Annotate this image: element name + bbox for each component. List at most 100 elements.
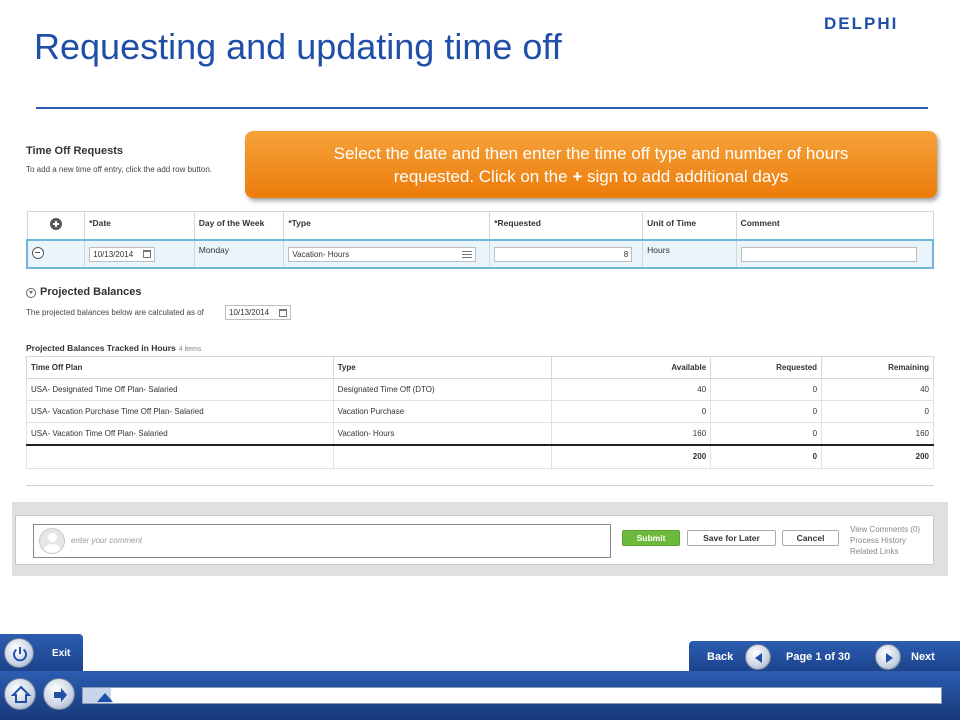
day-of-week-cell: Monday xyxy=(193,238,284,269)
calendar-icon[interactable] xyxy=(143,250,152,258)
instruction-callout: Select the date and then enter the time … xyxy=(245,131,937,198)
available-cell: 0 xyxy=(551,400,712,423)
column-header-remaining: Remaining xyxy=(821,356,934,379)
back-triangle xyxy=(755,653,762,663)
table-row: USA- Designated Time Off Plan- Salaried … xyxy=(26,378,934,401)
column-header-type: *Type xyxy=(283,211,491,240)
exit-button[interactable]: Exit xyxy=(52,648,70,659)
plan-cell: USA- Vacation Purchase Time Off Plan- Sa… xyxy=(26,400,334,423)
column-header-day: Day of the Week xyxy=(193,211,285,240)
remove-row-cell xyxy=(26,238,85,269)
collapse-chevron-icon[interactable] xyxy=(26,288,36,298)
section-divider xyxy=(26,485,934,486)
type-cell: Vacation- Hours xyxy=(283,238,490,269)
date-value: 10/13/2014 xyxy=(93,249,134,259)
totals-type-cell xyxy=(332,443,553,469)
view-comments-link[interactable]: View Comments (0) xyxy=(850,524,920,535)
requested-cell: 0 xyxy=(710,422,823,445)
comment-input[interactable] xyxy=(740,246,917,262)
plan-cell: USA- Vacation Time Off Plan- Salaried xyxy=(26,422,334,445)
save-for-later-button[interactable]: Save for Later xyxy=(687,530,776,546)
cancel-button[interactable]: Cancel xyxy=(782,530,839,546)
related-links-link[interactable]: Related Links xyxy=(850,546,920,557)
column-header-requested: *Requested xyxy=(489,211,644,240)
time-off-entry-row: 10/13/2014 Monday Vacation- Hours 8 Hour… xyxy=(26,238,934,269)
date-input[interactable]: 10/13/2014 xyxy=(89,246,156,262)
time-off-instruction: To add a new time off entry, click the a… xyxy=(26,165,213,174)
callout-line-2-prefix: requested. Click on the xyxy=(393,167,573,186)
power-glyph xyxy=(13,647,27,662)
total-available: 200 xyxy=(551,443,712,469)
next-triangle xyxy=(886,653,893,663)
grid-header-row: *Date Day of the Week *Type *Requested U… xyxy=(26,211,934,240)
balances-table-title: Projected Balances Tracked in Hours 4 ite… xyxy=(26,343,201,353)
callout-line-1: Select the date and then enter the time … xyxy=(333,144,849,163)
balances-table-title-text: Projected Balances Tracked in Hours xyxy=(26,343,176,353)
submit-button[interactable]: Submit xyxy=(622,530,680,546)
balances-item-count: 4 items xyxy=(178,346,202,353)
available-cell: 160 xyxy=(551,422,712,445)
requested-cell: 8 xyxy=(489,238,643,269)
remaining-cell: 0 xyxy=(821,400,934,423)
type-prompt-input[interactable]: Vacation- Hours xyxy=(288,246,477,262)
type-cell: Vacation- Hours xyxy=(332,422,553,445)
column-header-date: *Date xyxy=(84,211,195,240)
slide: Requesting and updating time off DELPHI … xyxy=(0,0,960,720)
process-history-link[interactable]: Process History xyxy=(850,535,920,546)
logo-text: DELPHI xyxy=(824,14,898,33)
callout-plus-symbol: + xyxy=(572,167,583,186)
comment-placeholder[interactable]: enter your comment xyxy=(71,536,142,545)
page-indicator: Page 1 of 30 xyxy=(786,651,851,663)
add-row-icon[interactable] xyxy=(49,218,62,231)
back-arrow-icon[interactable] xyxy=(745,644,771,670)
side-links: View Comments (0) Process History Relate… xyxy=(850,524,920,557)
requested-hours-input[interactable]: 8 xyxy=(494,246,633,262)
as-of-date-value: 10/13/2014 xyxy=(229,308,270,317)
time-off-requests-heading: Time Off Requests xyxy=(26,145,123,157)
avatar-icon xyxy=(39,528,65,554)
requested-cell: 0 xyxy=(710,378,823,401)
plan-cell: USA- Designated Time Off Plan- Salaried xyxy=(26,378,334,401)
as-of-date-input[interactable]: 10/13/2014 xyxy=(225,305,291,320)
total-requested: 0 xyxy=(710,443,823,469)
next-arrow-icon[interactable] xyxy=(875,644,901,670)
time-off-entry-grid: *Date Day of the Week *Type *Requested U… xyxy=(26,211,934,269)
available-cell: 40 xyxy=(551,378,712,401)
remaining-cell: 40 xyxy=(821,378,934,401)
total-remaining: 200 xyxy=(821,443,934,469)
title-divider xyxy=(36,107,928,109)
comment-cell xyxy=(735,238,934,269)
table-row: USA- Vacation Time Off Plan- Salaried Va… xyxy=(26,422,934,445)
next-button[interactable]: Next xyxy=(911,651,935,663)
table-row: USA- Vacation Purchase Time Off Plan- Sa… xyxy=(26,400,934,423)
back-button[interactable]: Back xyxy=(707,651,733,663)
calendar-icon[interactable] xyxy=(279,308,287,317)
projected-balances-table: Time Off Plan Type Available Requested R… xyxy=(26,356,934,469)
column-header-unit: Unit of Time xyxy=(642,211,737,240)
unit-of-time-cell: Hours xyxy=(642,238,737,269)
home-glyph xyxy=(11,685,31,703)
progress-bar[interactable] xyxy=(82,687,942,704)
add-row-cell xyxy=(26,211,86,240)
callout-line-2: requested. Click on the + sign to add ad… xyxy=(245,165,937,188)
power-icon[interactable] xyxy=(4,638,34,668)
slide-title: Requesting and updating time off xyxy=(34,26,562,67)
progress-marker[interactable] xyxy=(97,693,113,702)
projected-balances-heading: Projected Balances xyxy=(40,286,142,298)
column-header-comment: Comment xyxy=(735,211,934,240)
as-of-label: The projected balances below are calcula… xyxy=(26,308,204,317)
list-prompt-icon[interactable] xyxy=(462,250,473,258)
column-header-plan: Time Off Plan xyxy=(26,356,334,379)
type-cell: Designated Time Off (DTO) xyxy=(332,378,553,401)
type-cell: Vacation Purchase xyxy=(332,400,553,423)
remove-row-icon[interactable] xyxy=(32,246,44,259)
totals-plan-cell xyxy=(26,443,334,469)
totals-row: 200 0 200 xyxy=(26,443,934,469)
column-header-type: Type xyxy=(332,356,553,379)
forward-arrow-icon[interactable] xyxy=(43,678,75,710)
type-value: Vacation- Hours xyxy=(292,249,350,259)
requested-value: 8 xyxy=(623,249,629,259)
column-header-available: Available xyxy=(551,356,712,379)
home-icon[interactable] xyxy=(4,678,36,710)
forward-glyph xyxy=(54,688,67,702)
